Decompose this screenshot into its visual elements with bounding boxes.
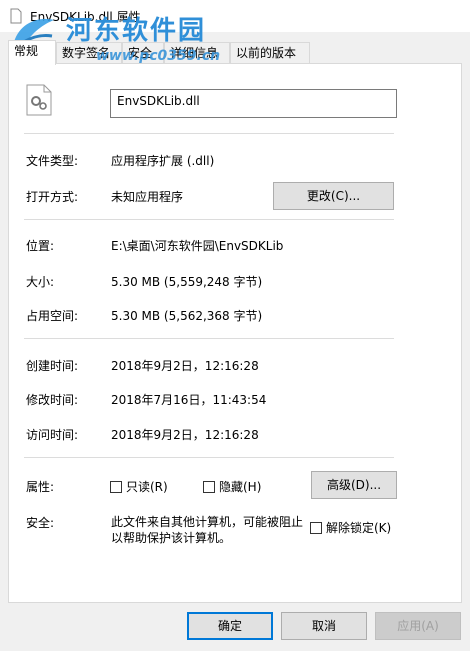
window-title: EnvSDKLib.dll 属性 [30,10,141,24]
separator [24,338,394,339]
separator [24,133,394,134]
change-button[interactable]: 更改(C)... [273,182,394,210]
created-value: 2018年9月2日，12:16:28 [111,359,259,373]
advanced-button[interactable]: 高级(D)... [311,471,397,499]
checkbox-box[interactable] [310,521,322,534]
file-type-value: 应用程序扩展 (.dll) [111,154,215,168]
file-icon [10,8,22,24]
hidden-checkbox[interactable]: 隐藏(H) [203,478,261,495]
cancel-button[interactable]: 取消 [281,612,367,640]
ok-button[interactable]: 确定 [187,612,273,640]
modified-label: 修改时间: [26,393,79,407]
attributes-label: 属性: [26,480,55,494]
checkbox-box[interactable] [110,480,122,493]
title-bar: EnvSDKLib.dll 属性 [0,0,470,32]
file-type-label: 文件类型: [26,154,79,168]
accessed-label: 访问时间: [26,428,79,442]
location-label: 位置: [26,239,55,253]
opens-with-label: 打开方式: [26,190,79,204]
readonly-checkbox[interactable]: 只读(R) [110,478,168,495]
apply-button[interactable]: 应用(A) [375,612,461,640]
readonly-label: 只读(R) [126,480,168,494]
opens-with-value: 未知应用程序 [111,190,184,204]
hidden-label: 隐藏(H) [219,480,262,494]
tab-previous-versions[interactable]: 以前的版本 [230,42,310,64]
tab-digital-signatures[interactable]: 数字签名 [56,42,122,64]
tab-general[interactable]: 常规 [8,40,56,65]
tab-security[interactable]: 安全 [122,42,164,64]
dll-file-icon [26,84,52,116]
unblock-checkbox[interactable]: 解除锁定(K) [310,519,391,536]
unblock-label: 解除锁定(K) [326,521,392,535]
tab-bar: 常规 数字签名 安全 详细信息 以前的版本 [8,40,462,65]
filename-field[interactable]: EnvSDKLib.dll [110,89,397,118]
separator [24,457,394,458]
separator [24,219,394,220]
size-on-disk-label: 占用空间: [26,309,79,323]
size-on-disk-value: 5.30 MB (5,562,368 字节) [111,309,263,323]
size-label: 大小: [26,275,55,289]
location-value: E:\桌面\河东软件园\EnvSDKLib [111,239,284,253]
created-label: 创建时间: [26,359,79,373]
modified-value: 2018年7月16日，11:43:54 [111,393,267,407]
size-value: 5.30 MB (5,559,248 字节) [111,275,263,289]
security-message: 此文件来自其他计算机，可能被阻止以帮助保护该计算机。 [111,515,304,545]
tab-details[interactable]: 详细信息 [164,42,230,64]
checkbox-box[interactable] [203,480,215,493]
security-label: 安全: [26,516,55,530]
accessed-value: 2018年9月2日，12:16:28 [111,428,259,442]
